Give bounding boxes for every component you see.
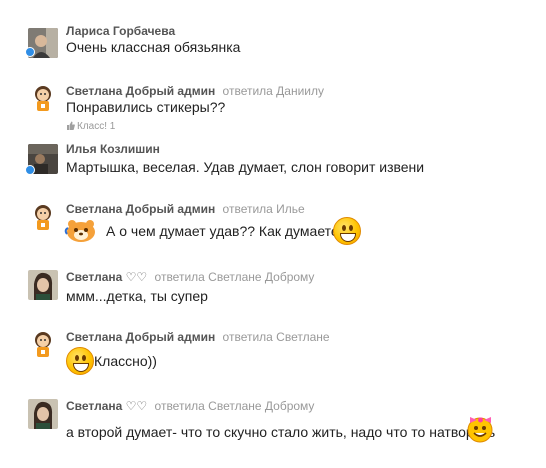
bear-sticker-icon — [64, 218, 98, 244]
grin-emoji-icon — [333, 217, 361, 245]
author-name[interactable]: Светлана Добрый админ — [66, 84, 215, 98]
avatar[interactable] — [28, 270, 58, 300]
likes-label: Класс! 1 — [77, 121, 116, 132]
cartoon-girl-avatar-icon — [35, 205, 51, 230]
comment-header: Светлана ♡♡ ответила Светлане Доброму — [66, 270, 314, 284]
comment-text: Мартышка, веселая. Удав думает, слон гов… — [66, 159, 425, 175]
user-photo-icon — [28, 399, 58, 429]
thumbs-up-icon — [66, 121, 75, 130]
author-name[interactable]: Илья Козлишин — [66, 142, 160, 156]
author-name[interactable]: Светлана Добрый админ — [66, 202, 215, 216]
reply-target[interactable]: ответила Светлане Доброму — [155, 270, 315, 284]
comment-header: Илья Козлишин — [66, 142, 160, 156]
comment-header: Светлана Добрый админ ответила Даниилу — [66, 84, 324, 98]
reply-target[interactable]: ответила Светлане — [223, 330, 330, 344]
reply-target[interactable]: ответила Светлане Доброму — [155, 399, 315, 413]
grin-emoji-icon — [66, 347, 94, 375]
comment-text-content: А о чем думает удав?? Как думаете?? — [106, 223, 355, 239]
likes-counter[interactable]: Класс! 1 — [66, 121, 115, 133]
comment-header: Светлана ♡♡ ответила Светлане Доброму — [66, 399, 314, 413]
avatar[interactable] — [28, 399, 58, 429]
author-name[interactable]: Светлана Добрый админ — [66, 330, 215, 344]
comment-header: Светлана Добрый админ ответила Светлане — [66, 330, 330, 344]
comment-text: А о чем думает удав?? Как думаете?? — [106, 222, 354, 240]
comment-text: ммм...детка, ты супер — [66, 288, 208, 304]
avatar[interactable] — [28, 84, 58, 114]
reply-target[interactable]: ответила Илье — [223, 202, 305, 216]
bow-emoji-icon — [464, 412, 496, 444]
reply-target[interactable]: ответила Даниилу — [223, 84, 324, 98]
comment-header: Лариса Горбачева — [66, 24, 175, 38]
author-name[interactable]: Светлана ♡♡ — [66, 399, 147, 413]
author-name[interactable]: Светлана ♡♡ — [66, 270, 147, 284]
comment-text: Понравились стикеры?? — [66, 99, 226, 115]
user-photo-icon — [28, 270, 58, 300]
avatar[interactable] — [28, 330, 58, 360]
cartoon-girl-avatar-icon — [35, 332, 51, 357]
comment-header: Светлана Добрый админ ответила Илье — [66, 202, 305, 216]
comment-text: а второй думает- что то скучно стало жит… — [66, 424, 496, 440]
avatar[interactable] — [28, 203, 58, 233]
online-indicator — [25, 165, 35, 175]
online-indicator — [25, 47, 35, 57]
author-name[interactable]: Лариса Горбачева — [66, 24, 175, 38]
cartoon-girl-avatar-icon — [35, 86, 51, 111]
comment-text: Очень классная обязьянка — [66, 39, 241, 55]
comment-text: Классно)) — [94, 353, 157, 369]
